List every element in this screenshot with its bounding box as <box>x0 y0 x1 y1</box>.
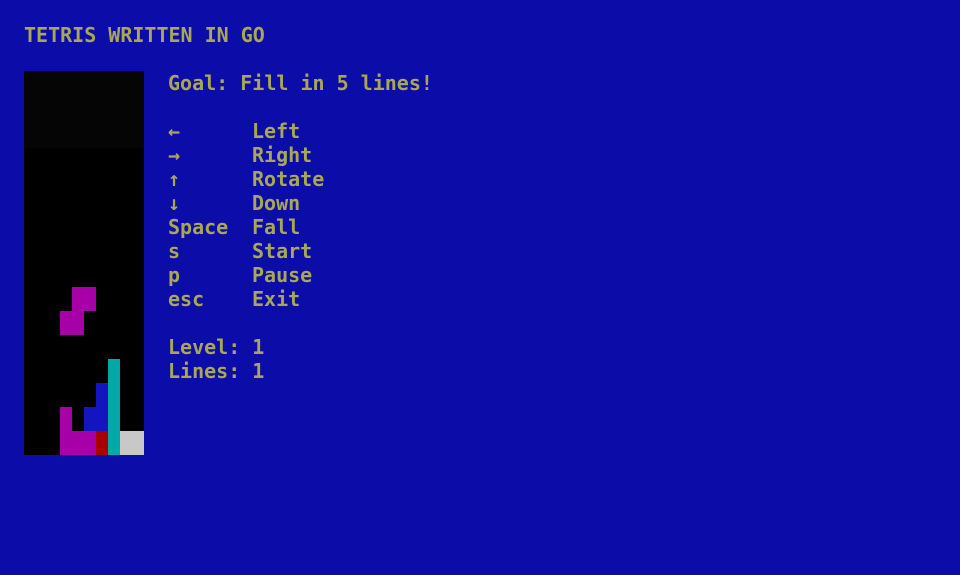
game-title: TETRIS WRITTEN IN GO <box>24 23 265 47</box>
stacked-block <box>108 431 120 455</box>
stacked-block <box>108 383 120 407</box>
control-action: Pause <box>252 263 313 287</box>
control-row: Space Fall <box>168 215 588 239</box>
control-row: s Start <box>168 239 588 263</box>
stacked-block <box>96 431 108 455</box>
game-board[interactable] <box>24 71 144 455</box>
control-key: ↑ <box>168 167 181 191</box>
control-key: → <box>168 143 181 167</box>
falling-piece-block <box>72 311 84 335</box>
control-action: Right <box>252 143 313 167</box>
board-spawn-zone <box>24 71 144 148</box>
lines-display: Lines: 1 <box>168 359 265 383</box>
control-action: Exit <box>252 287 301 311</box>
control-row: ↓ Down <box>168 191 588 215</box>
falling-piece-block <box>72 287 84 311</box>
control-key: s <box>168 239 181 263</box>
control-action: Fall <box>252 215 301 239</box>
control-row: p Pause <box>168 263 588 287</box>
controls-list: ← Left → Right ↑ Rotate ↓ Down Space Fall s Start p P… <box>168 119 588 311</box>
stacked-block <box>60 407 72 431</box>
control-row: ← Left <box>168 119 588 143</box>
control-row: esc Exit <box>168 287 588 311</box>
stacked-block <box>60 431 72 455</box>
control-key: p <box>168 263 181 287</box>
control-key: esc <box>168 287 205 311</box>
falling-piece-block <box>60 311 72 335</box>
control-action: Left <box>252 119 301 143</box>
stacked-block <box>132 431 144 455</box>
control-key: Space <box>168 215 229 239</box>
stacked-block <box>120 431 132 455</box>
stacked-block <box>108 407 120 431</box>
control-key: ← <box>168 119 181 143</box>
goal-text: Goal: Fill in 5 lines! <box>168 71 433 95</box>
control-key: ↓ <box>168 191 181 215</box>
stacked-block <box>84 407 96 431</box>
falling-piece-block <box>84 287 96 311</box>
control-row: → Right <box>168 143 588 167</box>
control-row: ↑ Rotate <box>168 167 588 191</box>
stacked-block <box>96 407 108 431</box>
stacked-block <box>84 431 96 455</box>
stacked-block <box>96 383 108 407</box>
control-action: Rotate <box>252 167 325 191</box>
control-action: Down <box>252 191 301 215</box>
control-action: Start <box>252 239 313 263</box>
info-panel: Goal: Fill in 5 lines! ← Left → Right ↑ Rotat… <box>168 71 588 383</box>
level-display: Level: 1 <box>168 335 265 359</box>
stacked-block <box>72 431 84 455</box>
stacked-block <box>108 359 120 383</box>
